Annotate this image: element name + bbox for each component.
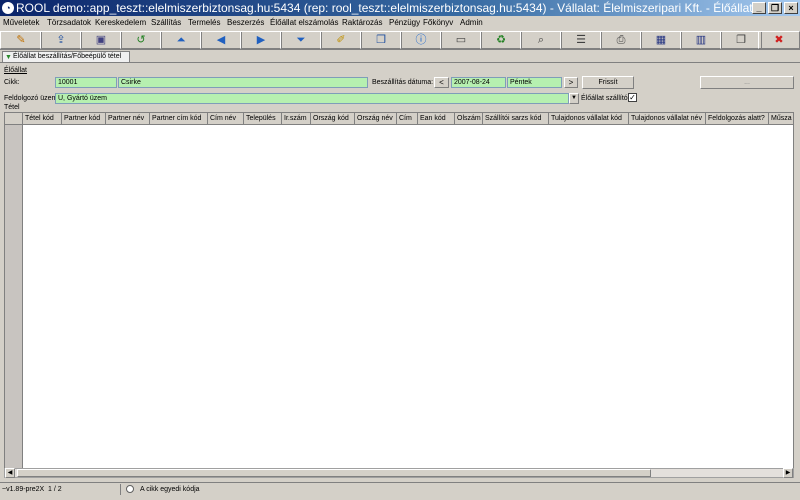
list-icon[interactable]: ☰ <box>560 31 602 49</box>
document-icon[interactable]: ❒ <box>360 31 402 49</box>
status-hint: A cikk egyedi kódja <box>140 486 200 493</box>
scroll-thumb[interactable] <box>17 469 651 477</box>
plant-select[interactable]: U, Gyártó üzem <box>55 93 569 104</box>
delivery-date-label: Beszállítás dátuma: <box>372 79 434 86</box>
col-tetel-kod[interactable]: Tétel kód <box>23 113 62 124</box>
col-cim[interactable]: Cím <box>397 113 418 124</box>
window-title: ROOL demo::app_teszt::elelmiszerbiztonsa… <box>16 1 756 15</box>
row-header-column <box>5 125 23 469</box>
col-ean-kod[interactable]: Ean kód <box>418 113 455 124</box>
grid-alt-icon[interactable]: ▥ <box>680 31 722 49</box>
col-feldolgozas-alatt[interactable]: Feldolgozás alatt? <box>706 113 769 124</box>
col-partner-kod[interactable]: Partner kód <box>62 113 106 124</box>
col-irszam[interactable]: Ir.szám <box>282 113 311 124</box>
search-icon[interactable]: ⌕ <box>520 31 562 49</box>
refresh-icon[interactable]: ↺ <box>120 31 162 49</box>
col-szallitoi-sarzs-kod[interactable]: Szállítói sarzs kód <box>483 113 549 124</box>
scroll-right-icon[interactable]: ▶ <box>783 468 793 478</box>
col-partner-cim-kod[interactable]: Partner cím kód <box>150 113 208 124</box>
last-icon[interactable]: ⏷ <box>280 31 322 49</box>
menu-szallitas[interactable]: Szállítás <box>151 18 181 28</box>
app-icon: ◔ <box>2 2 14 14</box>
tab-label: Élőállat beszállítás/Főbeépülő tétel <box>13 53 122 60</box>
title-bar[interactable]: ◔ ROOL demo::app_teszt::elelmiszerbizton… <box>0 0 800 16</box>
maximize-button[interactable]: ❐ <box>768 2 782 14</box>
cikk-name-field[interactable]: Csirke <box>118 77 368 88</box>
plant-label: Feldolgozó üzem: <box>4 95 60 102</box>
grid-icon[interactable]: ▦ <box>640 31 682 49</box>
print-icon[interactable]: ⎙ <box>600 31 642 49</box>
chevron-down-icon[interactable]: ▼ <box>569 93 579 104</box>
grid-corner <box>5 113 23 124</box>
first-icon[interactable]: ⏶ <box>160 31 202 49</box>
status-page: 1 / 2 <box>48 486 62 493</box>
close-window-button[interactable]: × <box>784 2 798 14</box>
cikk-label: Cikk: <box>4 79 20 86</box>
refresh-button[interactable]: Frissít <box>582 76 634 89</box>
window-icon[interactable]: ❐ <box>720 31 762 49</box>
cikk-code-field[interactable]: 10001 <box>55 77 117 88</box>
form-icon[interactable]: ▭ <box>440 31 482 49</box>
col-orszag-kod[interactable]: Ország kód <box>311 113 355 124</box>
close-icon[interactable]: ✖ <box>758 31 800 49</box>
grid-header: Tétel kód Partner kód Partner név Partne… <box>5 113 793 125</box>
live-delivery-checkbox[interactable]: ✓ <box>628 93 637 102</box>
menu-admin[interactable]: Admin <box>460 18 483 28</box>
section-tetel: Tétel <box>4 104 20 111</box>
edit-icon[interactable]: ✎ <box>0 31 42 49</box>
extra-button[interactable]: ... <box>700 76 794 89</box>
status-divider <box>120 484 121 495</box>
col-tulajdonos-vallalat-kod[interactable]: Tulajdonos vállalat kód <box>549 113 629 124</box>
toolbar: ✎ ⇪ ▣ ↺ ⏶ ◀ ▶ ⏷ ✐ ❒ ⓘ ▭ ♻ ⌕ ☰ ⎙ ▦ ▥ ❐ ✖ <box>0 30 800 50</box>
next-icon[interactable]: ▶ <box>240 31 282 49</box>
col-partner-nev[interactable]: Partner név <box>106 113 150 124</box>
col-orszag-nev[interactable]: Ország név <box>355 113 397 124</box>
status-bar: ~v1.89-pre2X 1 / 2 A cikk egyedi kódja <box>0 482 800 496</box>
menu-kereskedelem[interactable]: Kereskedelem <box>95 18 146 28</box>
status-version: ~v1.89-pre2X <box>2 486 45 493</box>
prev-date-button[interactable]: < <box>434 77 449 88</box>
col-musza[interactable]: Műsza <box>769 113 793 124</box>
note-icon[interactable]: ✐ <box>320 31 362 49</box>
prev-icon[interactable]: ◀ <box>200 31 242 49</box>
minimize-button[interactable]: _ <box>752 2 766 14</box>
items-grid[interactable]: Tétel kód Partner kód Partner név Partne… <box>4 112 794 470</box>
col-telepules[interactable]: Település <box>244 113 282 124</box>
menu-raktarozas[interactable]: Raktározás <box>342 18 382 28</box>
save-icon[interactable]: ▣ <box>80 31 122 49</box>
menu-muveletek[interactable]: Műveletek <box>3 18 39 28</box>
reload-icon[interactable]: ♻ <box>480 31 522 49</box>
menu-eloallat-elszamolas[interactable]: Élőállat elszámolás <box>270 18 338 28</box>
menu-termeles[interactable]: Termelés <box>188 18 220 28</box>
section-eloallat: Élőállat <box>4 67 27 74</box>
live-delivery-label: Élőállat szállító? <box>581 95 632 102</box>
menu-beszerzes[interactable]: Beszerzés <box>227 18 264 28</box>
menu-fokonyv[interactable]: Főkönyv <box>423 18 453 28</box>
scroll-left-icon[interactable]: ◀ <box>5 468 15 478</box>
menu-penzugy[interactable]: Pénzügy <box>389 18 420 28</box>
horizontal-scrollbar[interactable]: ◀ ▶ <box>4 468 794 478</box>
export-icon[interactable]: ⇪ <box>40 31 82 49</box>
col-cim-nev[interactable]: Cím név <box>208 113 244 124</box>
col-tulajdonos-vallalat-nev[interactable]: Tulajdonos vállalat név <box>629 113 706 124</box>
date-field[interactable]: 2007-08-24 <box>451 77 506 88</box>
tab-divider <box>0 62 800 63</box>
info-icon[interactable]: ⓘ <box>400 31 442 49</box>
tab-eloallat-beszallitas[interactable]: ▼ Élőállat beszállítás/Főbeépülő tétel <box>2 51 130 62</box>
menu-bar: Műveletek Törzsadatok Kereskedelem Száll… <box>0 16 800 30</box>
col-olszam[interactable]: Olszám <box>455 113 483 124</box>
menu-torzsadatok[interactable]: Törzsadatok <box>47 18 91 28</box>
next-date-button[interactable]: > <box>564 77 578 88</box>
day-field: Péntek <box>507 77 562 88</box>
status-radio[interactable] <box>126 485 134 493</box>
